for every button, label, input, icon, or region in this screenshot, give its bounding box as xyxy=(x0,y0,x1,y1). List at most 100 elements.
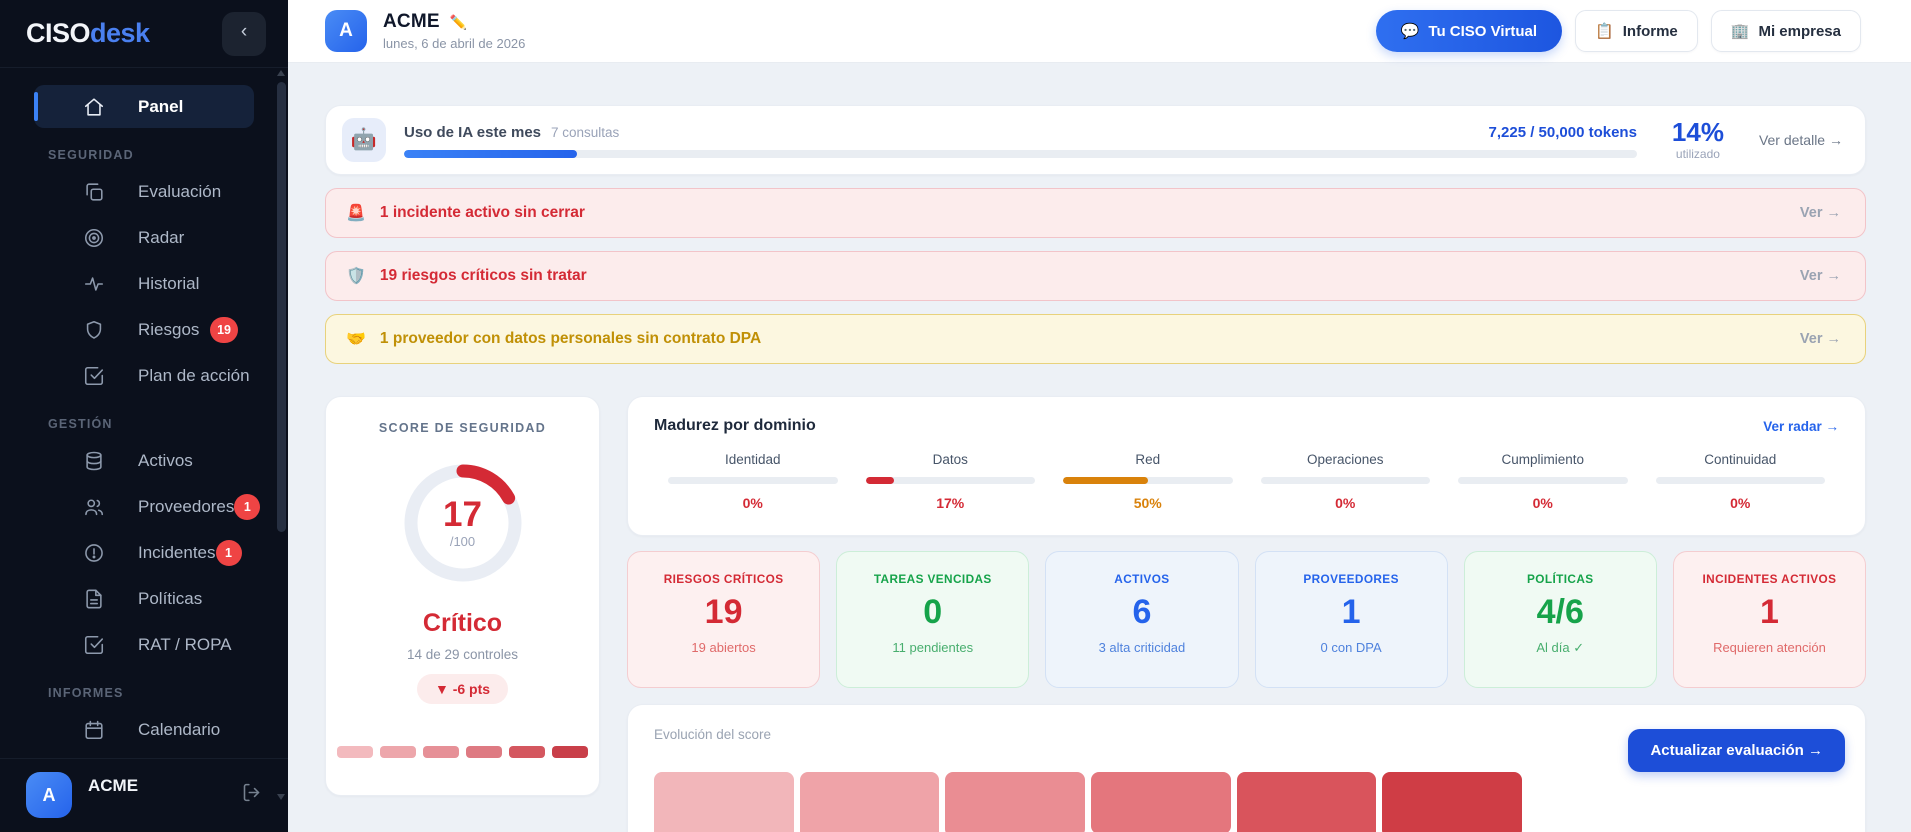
kpi-label: RIESGOS CRÍTICOS xyxy=(663,572,784,586)
chat-bubble-icon: 💬 xyxy=(1400,23,1420,40)
sidebar-scrollbar[interactable] xyxy=(277,70,286,800)
kpi-riesgos-criticos[interactable]: RIESGOS CRÍTICOS 19 19 abiertos xyxy=(627,551,821,688)
sidebar-item-historial[interactable]: Historial xyxy=(34,262,254,305)
sidebar-item-label: Políticas xyxy=(138,588,203,608)
edit-pencil-icon[interactable]: ✏️ xyxy=(450,14,467,31)
alert-ver-link[interactable]: Ver → xyxy=(1800,205,1841,221)
sidebar-header: CISOdesk ‹ xyxy=(0,0,288,68)
kpi-value: 19 xyxy=(704,593,743,631)
alert-text: 1 incidente activo sin cerrar xyxy=(379,204,585,221)
ai-usage-tokens: 7,225 / 50,000 tokens xyxy=(1488,124,1637,141)
evolution-bar xyxy=(1382,772,1523,832)
alert-ver-link[interactable]: Ver → xyxy=(1800,268,1841,284)
header-avatar: A xyxy=(325,10,367,52)
sidebar-item-label: Historial xyxy=(138,273,200,293)
scroll-down-arrow-icon[interactable] xyxy=(277,794,285,800)
ai-usage-percent-block: 14% utilizado xyxy=(1655,119,1741,161)
ai-usage-title: Uso de IA este mes xyxy=(404,124,541,141)
ciso-virtual-label: Tu CISO Virtual xyxy=(1428,22,1538,40)
trend-bar xyxy=(337,746,373,758)
kpi-sub: Al día ✓ xyxy=(1536,640,1585,655)
domain-track xyxy=(1655,477,1825,484)
kpi-tareas-vencidas[interactable]: TAREAS VENCIDAS 0 11 pendientes xyxy=(836,551,1030,688)
domain-track xyxy=(1260,477,1430,484)
domain-percent: 0% xyxy=(742,495,763,511)
evolution-bar xyxy=(1091,772,1231,832)
kpi-value: 1 xyxy=(1341,593,1361,631)
security-score-card: SCORE DE SEGURIDAD 17 /100 Crítico 14 de… xyxy=(325,396,600,796)
kpi-sub: 0 con DPA xyxy=(1320,640,1382,655)
header-title-block: ACME ✏️ lunes, 6 de abril de 2026 xyxy=(383,11,525,51)
kpi-label: PROVEEDORES xyxy=(1303,572,1399,586)
sidebar-item-radar[interactable]: Radar xyxy=(34,216,254,259)
evolution-bar xyxy=(799,772,940,832)
sidebar-section-seguridad: SEGURIDAD xyxy=(48,148,134,162)
kpi-sub: 19 abiertos xyxy=(691,640,756,655)
robot-icon: 🤖 xyxy=(342,118,386,162)
domain-operaciones: Operaciones 0% xyxy=(1247,452,1445,511)
sidebar-item-label: Panel xyxy=(138,96,184,116)
sidebar-item-incidentes[interactable]: Incidentes 1 xyxy=(34,531,254,574)
domain-name: Operaciones xyxy=(1306,452,1384,467)
kpi-proveedores[interactable]: PROVEEDORES 1 0 con DPA xyxy=(1254,551,1448,688)
sidebar-item-label: Activos xyxy=(138,450,193,470)
mi-empresa-label: Mi empresa xyxy=(1758,22,1841,40)
top-header: A ACME ✏️ lunes, 6 de abril de 2026 💬 Tu… xyxy=(288,0,1911,63)
kpi-row: RIESGOS CRÍTICOS 19 19 abiertos TAREAS V… xyxy=(627,551,1867,688)
alert-text: 19 riesgos críticos sin tratar xyxy=(379,267,587,284)
alert-incidente-activo[interactable]: 🚨 1 incidente activo sin cerrar Ver → xyxy=(325,188,1866,238)
sidebar-item-proveedores[interactable]: Proveedores 1 xyxy=(34,485,261,528)
chevron-left-icon: ‹ xyxy=(240,21,248,42)
sidebar-section-gestion: GESTIÓN xyxy=(48,417,113,431)
score-gauge: 17 /100 xyxy=(401,461,525,585)
informe-button[interactable]: 📋 Informe xyxy=(1575,10,1698,52)
domain-track xyxy=(865,477,1035,484)
ai-usage-progress-fill xyxy=(404,150,577,158)
domain-name: Datos xyxy=(932,452,968,467)
kpi-sub: 3 alta criticidad xyxy=(1098,640,1186,655)
ver-radar-link[interactable]: Ver radar → xyxy=(1763,419,1839,434)
ciso-virtual-button[interactable]: 💬 Tu CISO Virtual xyxy=(1375,10,1563,52)
trend-bar xyxy=(380,746,416,758)
domain-name: Identidad xyxy=(724,452,781,467)
logout-icon[interactable] xyxy=(241,772,262,808)
actualizar-evaluacion-button[interactable]: Actualizar evaluación → xyxy=(1628,729,1845,772)
incidentes-badge: 1 xyxy=(215,539,242,566)
domain-track xyxy=(1458,477,1628,484)
riesgos-badge: 19 xyxy=(210,316,238,343)
score-status: Crítico xyxy=(422,609,503,637)
sidebar-collapse-button[interactable]: ‹ xyxy=(222,11,266,56)
sidebar-item-plan-de-accion[interactable]: Plan de acción xyxy=(34,354,254,397)
radar-icon xyxy=(82,226,106,250)
kpi-label: TAREAS VENCIDAS xyxy=(873,572,992,586)
sidebar-item-evaluacion[interactable]: Evaluación xyxy=(34,170,254,213)
domain-percent: 0% xyxy=(1335,495,1356,511)
alert-riesgos-criticos[interactable]: 🛡️ 19 riesgos críticos sin tratar Ver → xyxy=(325,251,1866,301)
sidebar-item-label: Radar xyxy=(138,227,185,247)
alert-proveedor-dpa[interactable]: 🤝 1 proveedor con datos personales sin c… xyxy=(325,314,1866,364)
sidebar-item-riesgos[interactable]: Riesgos 19 xyxy=(34,308,254,351)
alert-ver-link[interactable]: Ver → xyxy=(1800,331,1841,347)
sidebar-footer: A ACME xyxy=(0,758,288,832)
proveedores-badge: 1 xyxy=(234,493,261,520)
sidebar-item-label: Plan de acción xyxy=(138,365,250,385)
sidebar-item-politicas[interactable]: Políticas xyxy=(34,577,254,620)
ai-usage-detail-link[interactable]: Ver detalle → xyxy=(1759,132,1843,148)
sidebar-item-rat-ropa[interactable]: RAT / ROPA xyxy=(34,623,254,666)
mi-empresa-button[interactable]: 🏢 Mi empresa xyxy=(1710,10,1861,52)
kpi-politicas[interactable]: POLÍTICAS 4/6 Al día ✓ xyxy=(1463,551,1657,688)
sidebar-item-informe[interactable]: Informe xyxy=(34,754,254,758)
sidebar-item-activos[interactable]: Activos xyxy=(34,439,254,482)
sidebar-item-label: RAT / ROPA xyxy=(138,634,232,654)
sidebar-item-panel[interactable]: Panel xyxy=(34,85,254,128)
header-date: lunes, 6 de abril de 2026 xyxy=(383,36,526,51)
app-root: CISOdesk ‹ Panel SEGURIDAD Evaluación Ra… xyxy=(0,0,1911,832)
informe-label: Informe xyxy=(1622,22,1678,40)
sidebar-item-calendario[interactable]: Calendario xyxy=(34,708,254,751)
kpi-incidentes-activos[interactable]: INCIDENTES ACTIVOS 1 Requieren atención xyxy=(1672,551,1867,688)
scrollbar-thumb[interactable] xyxy=(277,82,286,533)
kpi-activos[interactable]: ACTIVOS 6 3 alta criticidad xyxy=(1045,551,1239,688)
scroll-up-arrow-icon[interactable] xyxy=(277,70,285,76)
right-column: Madurez por dominio Ver radar → Identida… xyxy=(627,396,1867,832)
domain-percent: 0% xyxy=(1730,495,1751,511)
